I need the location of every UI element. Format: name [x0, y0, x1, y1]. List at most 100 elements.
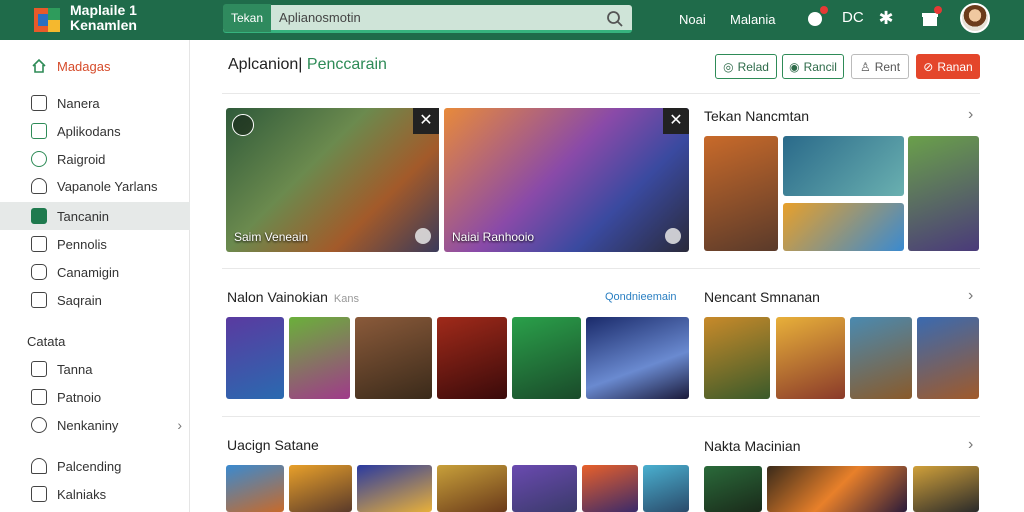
game-thumb[interactable] [776, 317, 845, 399]
notification-badge [820, 6, 828, 14]
top-link-noai[interactable]: Noai [679, 12, 706, 27]
game-thumb[interactable] [226, 465, 284, 512]
game-thumb[interactable] [704, 136, 778, 251]
sidebar-item-palcending[interactable]: Palcending [0, 452, 190, 480]
top-link-malania[interactable]: Malania [730, 12, 776, 27]
sidebar-item-label: Kalniaks [57, 486, 107, 502]
chevron-down-icon[interactable] [415, 228, 431, 244]
game-thumb[interactable] [704, 317, 770, 399]
ranan-button[interactable]: ⊘ Ranan [916, 54, 980, 79]
list-icon [31, 236, 47, 252]
cancel-button[interactable]: ◉ Rancil [782, 54, 844, 79]
brand-name: Maplaile 1 Kenamlen [70, 2, 137, 33]
sidebar-item-label: Nanera [57, 95, 100, 111]
chevron-right-icon[interactable]: › [968, 436, 973, 454]
eye-icon: ◉ [789, 59, 800, 74]
puzzle-icon[interactable]: ✱ [874, 6, 898, 30]
sidebar-item-label: Tanna [57, 361, 93, 377]
sidebar-item-label: Patnoio [57, 389, 102, 405]
app-logo-icon[interactable] [32, 4, 64, 36]
chevron-right-icon[interactable]: › [968, 287, 973, 305]
sidebar-item-raigroid[interactable]: Raigroid [0, 145, 190, 173]
sidebar-item-label: Saqrain [57, 292, 102, 308]
game-thumb[interactable] [355, 317, 432, 399]
game-thumb[interactable] [512, 465, 577, 512]
game-thumb[interactable] [850, 317, 912, 399]
hero-card-title: Naiai Ranhooio [452, 230, 535, 244]
settings-icon [31, 292, 47, 308]
game-thumb[interactable] [437, 465, 507, 512]
game-thumb[interactable] [226, 317, 284, 399]
notification-icon[interactable] [804, 6, 828, 30]
sidebar: Madagas Nanera Aplikodans Raigroid Vapan… [0, 40, 190, 512]
apps-icon [31, 123, 47, 139]
sidebar-item-madagas[interactable]: Madagas [0, 52, 190, 80]
game-thumb[interactable] [357, 465, 432, 512]
section-title: Nalon Vainokian Kans [227, 289, 359, 305]
sidebar-section-heading: Catata [27, 334, 66, 349]
game-thumb[interactable] [913, 466, 979, 512]
hero-card-1[interactable]: Saim Veneain [226, 108, 439, 252]
sidebar-item-tancanin[interactable]: Tancanin [0, 202, 190, 230]
page-title: Aplcanion| Penccarain [228, 56, 387, 73]
search-tab[interactable]: Tekan [223, 3, 272, 32]
sidebar-item-vapanole[interactable]: Vapanole Yarlans [0, 172, 190, 200]
sidebar-item-patnoio[interactable]: Patnoio [0, 383, 190, 411]
game-thumb[interactable] [582, 465, 638, 512]
section-title: Nencant Smnanan [704, 289, 820, 305]
game-thumb[interactable] [643, 465, 689, 512]
reload-button[interactable]: ◎ Relad [715, 54, 777, 79]
page-title-accent: Penccarain [306, 56, 387, 73]
book-icon [31, 208, 47, 224]
game-thumb[interactable] [767, 466, 907, 512]
avatar[interactable] [960, 3, 990, 33]
sidebar-item-tanna[interactable]: Tanna [0, 355, 190, 383]
game-thumb[interactable] [704, 466, 762, 512]
sidebar-item-pennolis[interactable]: Pennolis [0, 230, 190, 258]
chevron-right-icon[interactable]: › [177, 417, 182, 433]
section-title: Uacign Satane [227, 437, 319, 453]
search-bar: Tekan [223, 3, 632, 33]
section-title: Tekan Nancmtan [704, 108, 810, 124]
tag-icon: ⊘ [923, 59, 934, 74]
hero-card-title: Saim Veneain [234, 230, 309, 244]
see-all-link[interactable]: Qondnieemain [605, 291, 677, 303]
sidebar-item-kalniaks[interactable]: Kalniaks [0, 480, 190, 508]
sidebar-item-label: Tancanin [57, 208, 110, 224]
sidebar-item-canamigin[interactable]: Canamigin [0, 258, 190, 286]
person-icon [31, 458, 47, 474]
refresh-icon: ◎ [723, 59, 734, 74]
hero-card-2[interactable]: ✕ Naiai Ranhooio [444, 108, 689, 252]
top-link-dc[interactable]: DC [842, 9, 864, 26]
top-bar: Maplaile 1 Kenamlen Tekan Noai Malania D… [0, 0, 1024, 40]
close-icon[interactable]: ✕ [663, 108, 689, 134]
game-thumb[interactable] [783, 203, 904, 251]
game-thumb[interactable] [917, 317, 979, 399]
search-input[interactable] [271, 10, 592, 25]
game-thumb[interactable] [512, 317, 581, 399]
section-divider [222, 416, 980, 417]
folder-icon [31, 486, 47, 502]
search-icon[interactable] [606, 10, 624, 28]
game-thumb[interactable] [289, 465, 352, 512]
game-thumb[interactable] [289, 317, 350, 399]
game-thumb[interactable] [783, 136, 904, 196]
rent-button[interactable]: ♙ Rent [851, 54, 909, 79]
game-thumb[interactable] [586, 317, 689, 399]
sidebar-item-nanera[interactable]: Nanera [0, 89, 190, 117]
user-icon [31, 178, 47, 194]
gamepad-icon [31, 151, 47, 167]
gift-icon[interactable] [918, 6, 942, 30]
chevron-right-icon[interactable]: › [968, 106, 973, 124]
sidebar-item-saqrain[interactable]: Saqrain [0, 286, 190, 314]
sidebar-item-aplikodans[interactable]: Aplikodans [0, 117, 190, 145]
store-icon [31, 95, 47, 111]
chevron-down-icon[interactable] [665, 228, 681, 244]
sidebar-item-nenkaniny[interactable]: Nenkaniny › [0, 411, 190, 439]
checkbox-icon [31, 361, 47, 377]
close-icon[interactable]: ✕ [413, 108, 439, 134]
sidebar-item-label: Aplikodans [57, 123, 121, 139]
game-thumb[interactable] [908, 136, 979, 251]
game-thumb[interactable] [437, 317, 507, 399]
refresh-icon[interactable] [232, 114, 254, 136]
